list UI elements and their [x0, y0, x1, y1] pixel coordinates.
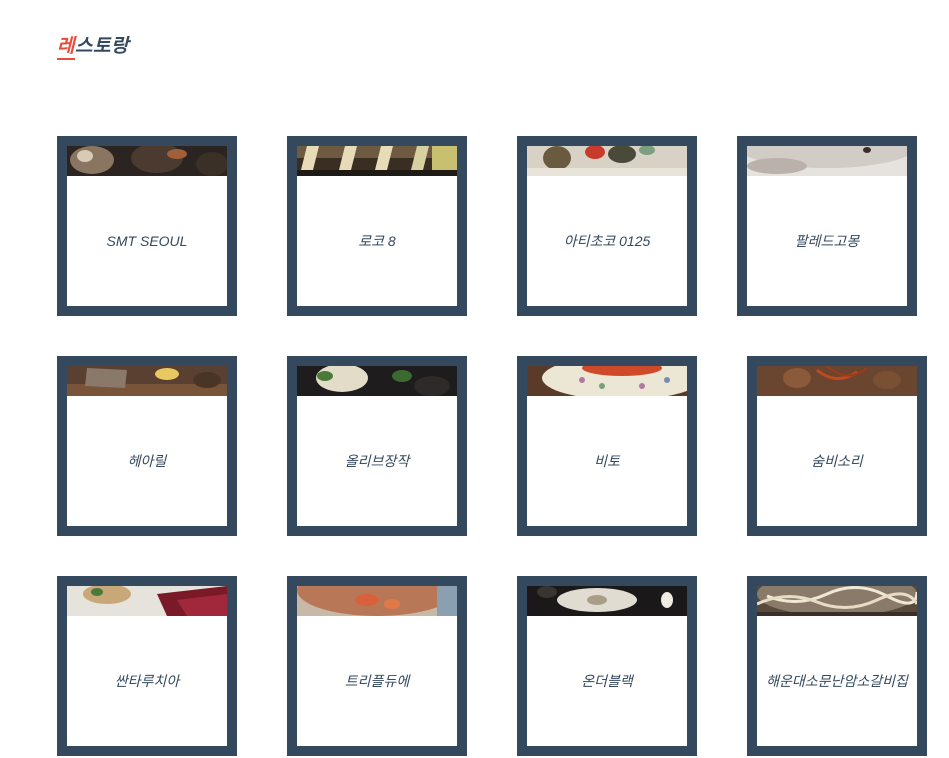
- restaurant-name: 트리플듀에: [344, 673, 410, 689]
- restaurant-name: 아티초코 0125: [563, 233, 651, 249]
- restaurant-thumbnail: [297, 366, 457, 396]
- restaurant-card[interactable]: 숨비소리: [747, 356, 927, 536]
- restaurant-name: 올리브장작: [344, 453, 410, 469]
- page-title-accent: 레: [57, 36, 75, 60]
- restaurant-thumbnail: [67, 146, 227, 176]
- restaurant-thumbnail: [757, 366, 917, 396]
- restaurant-card[interactable]: 팔레드고몽: [737, 136, 917, 316]
- restaurant-thumbnail: [67, 586, 227, 616]
- restaurant-thumbnail: [297, 586, 457, 616]
- restaurant-card[interactable]: 비토: [517, 356, 697, 536]
- restaurant-thumbnail: [297, 146, 457, 176]
- restaurant-thumbnail: [527, 586, 687, 616]
- restaurant-name: 팔레드고몽: [794, 233, 860, 249]
- restaurant-card[interactable]: 올리브장작: [287, 356, 467, 536]
- restaurant-name: 헤아릴: [127, 453, 167, 469]
- restaurant-thumbnail: [527, 366, 687, 396]
- restaurant-name: 로코 8: [358, 233, 396, 249]
- restaurant-thumbnail: [747, 146, 907, 176]
- restaurant-name: SMT SEOUL: [106, 233, 188, 249]
- restaurant-card[interactable]: 로코 8: [287, 136, 467, 316]
- restaurant-card[interactable]: 트리플듀에: [287, 576, 467, 756]
- restaurant-name: 숨비소리: [811, 453, 863, 469]
- restaurant-card[interactable]: 싼타루치아: [57, 576, 237, 756]
- restaurant-card[interactable]: 헤아릴: [57, 356, 237, 536]
- restaurant-card[interactable]: SMT SEOUL: [57, 136, 237, 316]
- restaurant-name: 해운대소문난암소갈비집: [766, 673, 908, 689]
- restaurant-card[interactable]: 온더블랙: [517, 576, 697, 756]
- restaurant-name: 온더블랙: [581, 673, 633, 689]
- restaurant-card[interactable]: 해운대소문난암소갈비집: [747, 576, 927, 756]
- restaurant-thumbnail: [757, 586, 917, 616]
- restaurant-thumbnail: [527, 146, 687, 176]
- restaurant-name: 비토: [594, 453, 620, 469]
- restaurant-thumbnail: [67, 366, 227, 396]
- page-title-rest: 스토랑: [74, 36, 129, 57]
- page-title: 레스토랑: [57, 34, 129, 60]
- restaurant-grid: SMT SEOUL 로코 8 아티초코 0125 팔레드고몽 헤아릴 올리브장작…: [57, 136, 937, 758]
- restaurant-name: 싼타루치아: [114, 673, 180, 689]
- restaurant-card[interactable]: 아티초코 0125: [517, 136, 697, 316]
